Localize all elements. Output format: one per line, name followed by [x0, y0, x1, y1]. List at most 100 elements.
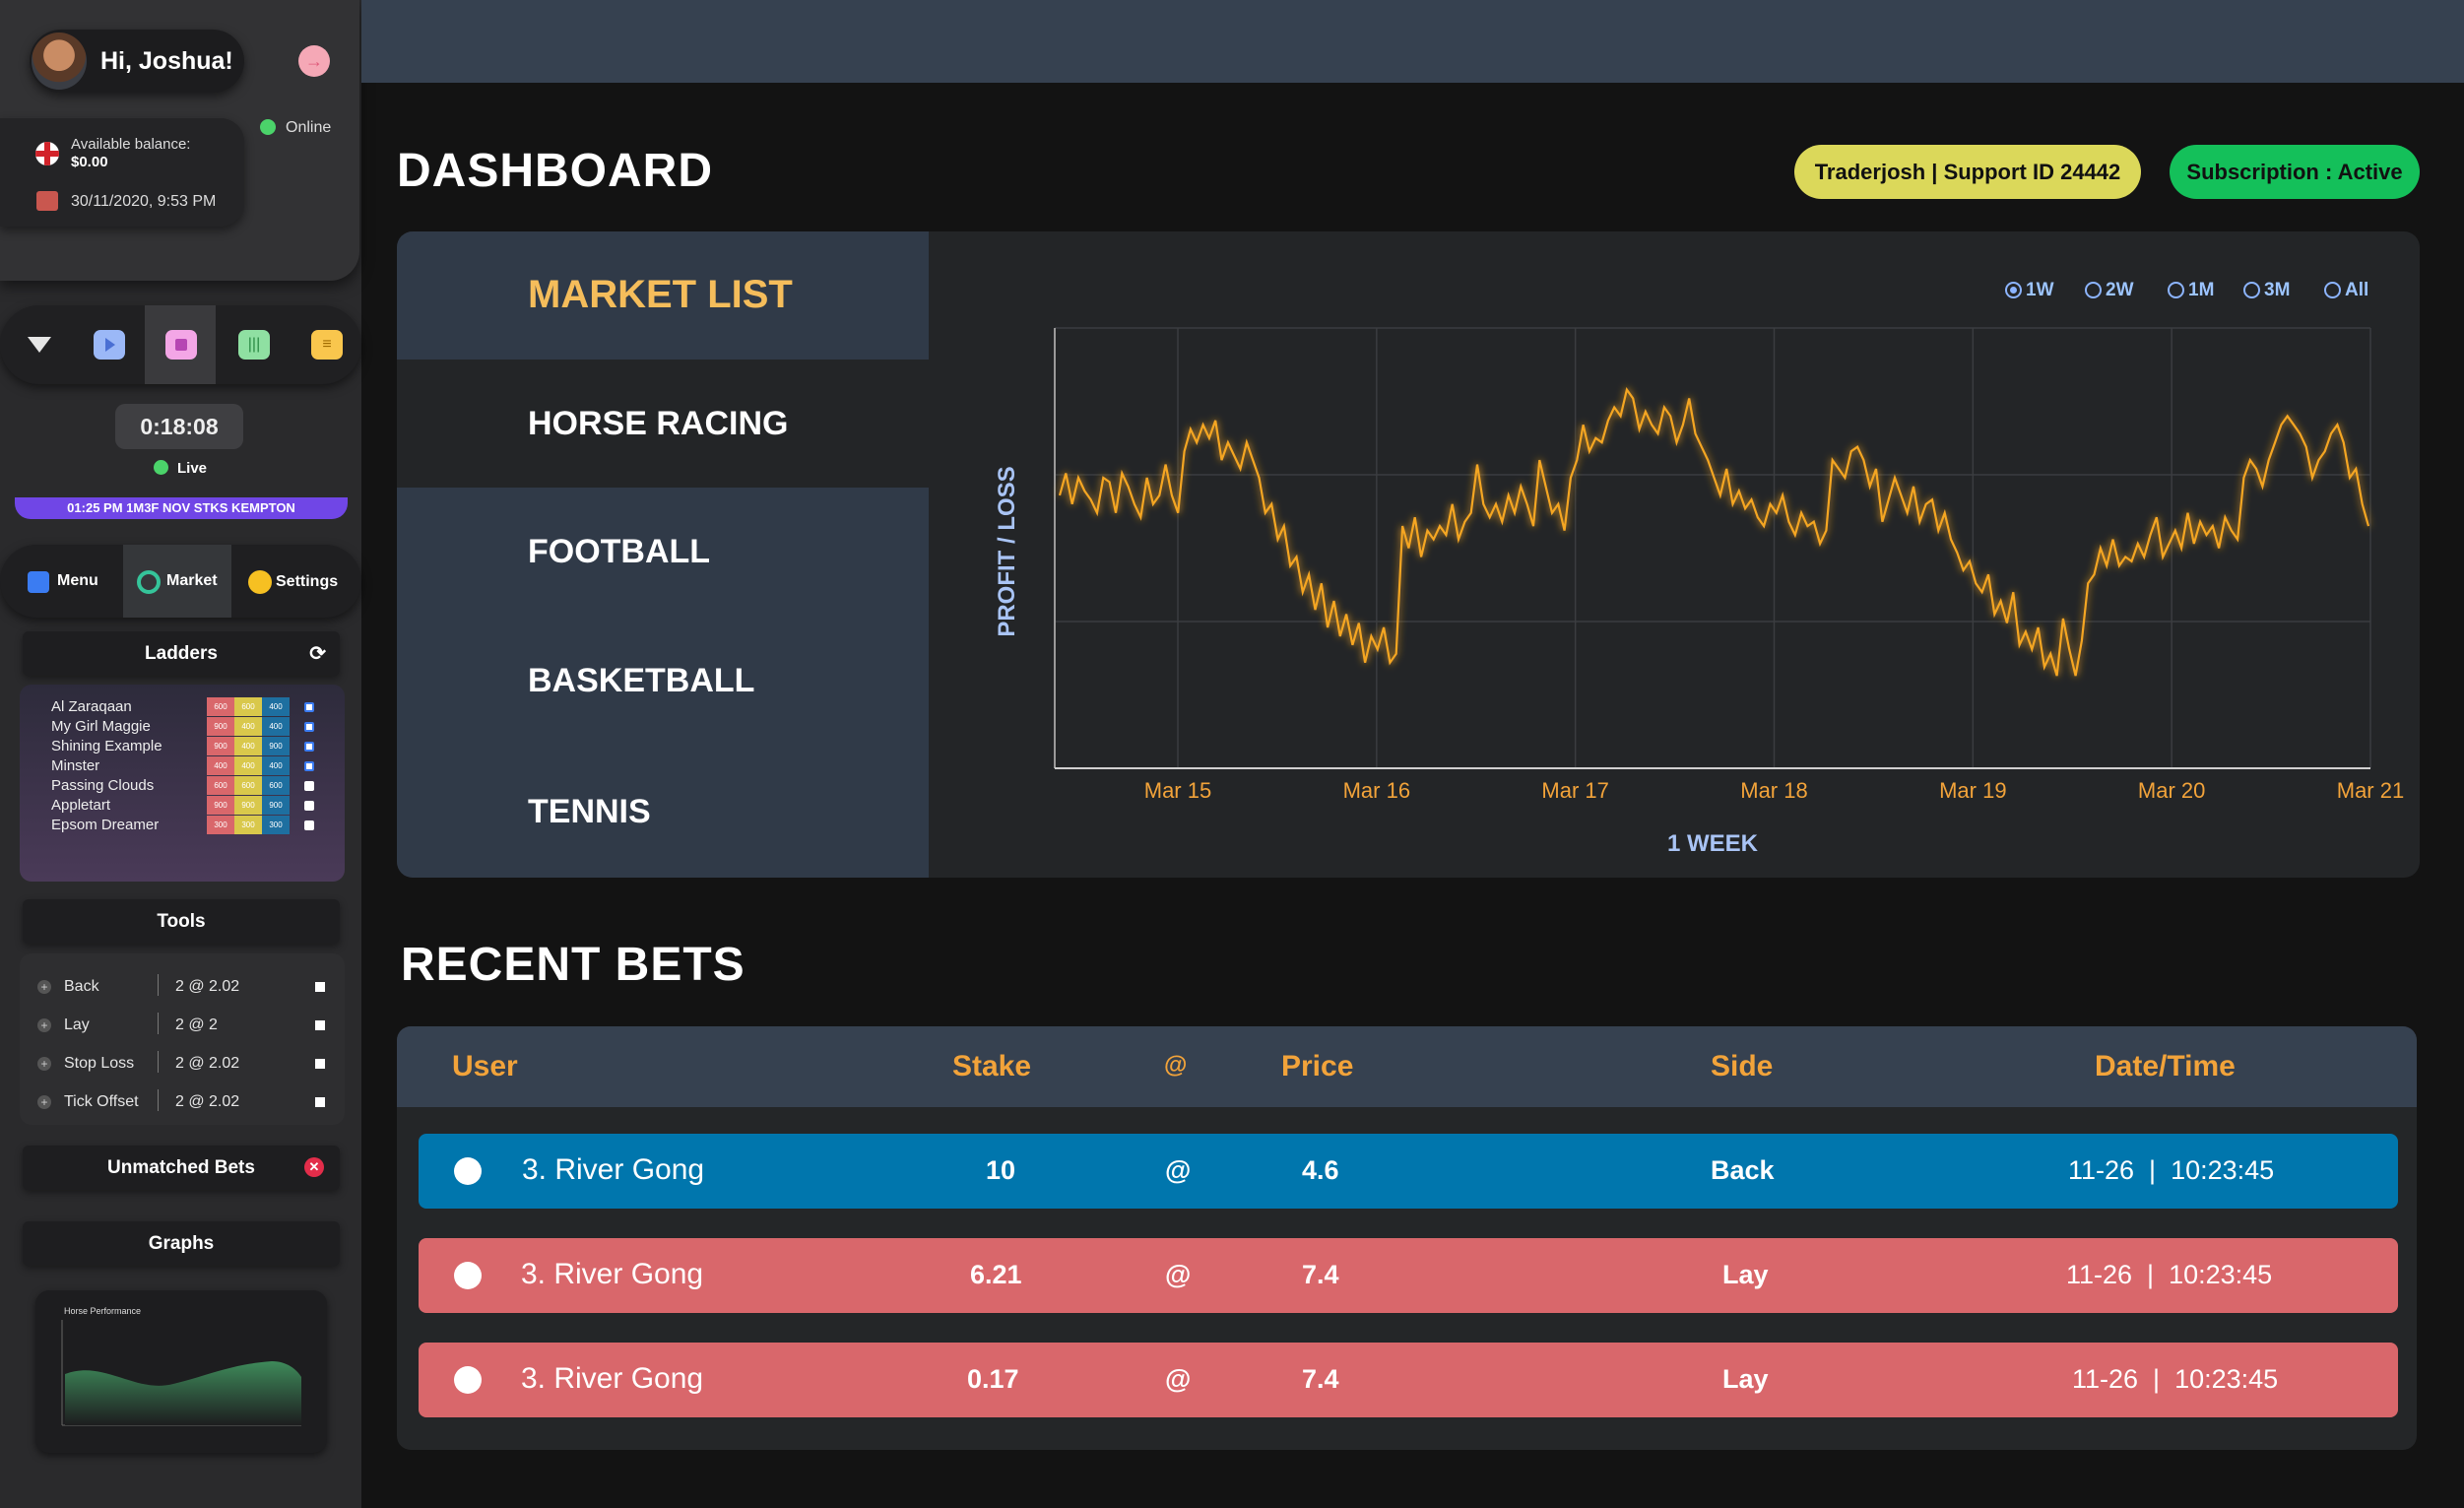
ladder-checkbox[interactable] — [304, 702, 314, 712]
bet-side: Back — [1711, 1155, 1775, 1185]
recent-bets-table: User Stake @ Price Side Date/Time 3. Riv… — [397, 1026, 2417, 1450]
ladder-checkbox[interactable] — [304, 742, 314, 752]
market-icon — [137, 570, 161, 594]
ladder-price-cell[interactable]: 900 — [262, 737, 290, 755]
graphs-header[interactable]: Graphs — [23, 1221, 340, 1266]
col-user[interactable]: User — [452, 1050, 518, 1083]
ladder-price-cell[interactable]: 600 — [207, 776, 234, 795]
ladder-price-cell[interactable]: 400 — [207, 756, 234, 775]
ladder-price-cell[interactable]: 300 — [207, 816, 234, 834]
ladder-price-cell[interactable]: 900 — [207, 796, 234, 815]
tool-checkbox[interactable] — [315, 1059, 325, 1069]
table-row[interactable]: 3. River Gong 10 @ 4.6 Back 11-26 | 10:2… — [419, 1134, 2398, 1209]
market-item-football[interactable]: FOOTBALL — [397, 488, 929, 616]
support-badge[interactable]: Traderjosh | Support ID 24442 — [1794, 145, 2141, 199]
tab-market[interactable]: Market — [123, 545, 231, 618]
close-icon[interactable]: ✕ — [304, 1157, 324, 1177]
table-header: User Stake @ Price Side Date/Time — [397, 1026, 2417, 1107]
bet-datetime: 11-26 | 10:23:45 — [2068, 1155, 2275, 1185]
mini-graph-card: Horse Performance — [35, 1290, 327, 1453]
list-icon[interactable]: ≡ — [311, 330, 343, 360]
plus-icon[interactable]: + — [37, 1095, 51, 1109]
plus-icon[interactable]: + — [37, 1057, 51, 1071]
ladder-price-cell[interactable]: 400 — [262, 697, 290, 716]
balance-label: Available balance: — [71, 136, 191, 153]
col-at: @ — [1164, 1052, 1188, 1079]
tools-header[interactable]: Tools — [23, 899, 340, 944]
ladder-price-cell[interactable]: 300 — [262, 816, 290, 834]
tool-name: Lay — [64, 1016, 90, 1033]
market-item-tennis[interactable]: TENNIS — [397, 748, 929, 876]
tool-lay[interactable]: + Lay 2 @ 2 — [37, 1013, 333, 1038]
col-price[interactable]: Price — [1281, 1050, 1353, 1083]
ladder-runner-name[interactable]: Passing Clouds — [51, 777, 154, 794]
ladder-runner-name[interactable]: My Girl Maggie — [51, 718, 151, 735]
tab-market-label: Market — [166, 572, 218, 589]
x-tick-labels: Mar 15 Mar 16 Mar 17 Mar 18 Mar 19 Mar 20 Mar … — [1144, 778, 2404, 803]
tool-checkbox[interactable] — [315, 1020, 325, 1030]
play-icon[interactable] — [94, 330, 125, 360]
tool-checkbox[interactable] — [315, 1097, 325, 1107]
ladder-checkbox[interactable] — [304, 761, 314, 771]
col-datetime[interactable]: Date/Time — [2095, 1050, 2236, 1083]
ladder-price-cell[interactable]: 600 — [234, 776, 262, 795]
divider — [158, 974, 159, 996]
tab-settings[interactable]: Settings — [246, 569, 355, 595]
ladder-checkbox[interactable] — [304, 722, 314, 732]
logout-icon[interactable]: → — [298, 45, 330, 77]
ladder-price-cell[interactable]: 900 — [207, 737, 234, 755]
ladder-price-cell[interactable]: 900 — [234, 796, 262, 815]
col-side[interactable]: Side — [1711, 1050, 1773, 1083]
race-banner[interactable]: 01:25 PM 1M3F NOV STKS KEMPTON — [15, 497, 348, 519]
ladders-header[interactable]: Ladders ⟳ — [23, 631, 340, 676]
ladder-price-cell[interactable]: 400 — [262, 756, 290, 775]
columns-icon[interactable]: ||| — [238, 330, 270, 360]
col-stake[interactable]: Stake — [952, 1050, 1031, 1083]
tab-menu[interactable]: Menu — [24, 569, 122, 595]
refresh-icon[interactable]: ⟳ — [309, 641, 326, 666]
subscription-badge[interactable]: Subscription : Active — [2170, 145, 2420, 199]
ladder-price-cell[interactable]: 400 — [262, 717, 290, 736]
ladder-runner-name[interactable]: Minster — [51, 757, 99, 774]
flame-icon — [454, 1262, 482, 1289]
profit-loss-chart: Mar 15 Mar 16 Mar 17 Mar 18 Mar 19 Mar 20 Mar … — [994, 327, 2404, 857]
tool-checkbox[interactable] — [315, 982, 325, 992]
table-row[interactable]: 3. River Gong 6.21 @ 7.4 Lay 11-26 | 10:… — [419, 1238, 2398, 1313]
ladder-price-cell[interactable]: 400 — [234, 717, 262, 736]
bet-at: @ — [1165, 1364, 1192, 1394]
bet-user: 3. River Gong — [521, 1258, 704, 1290]
ladder-price-cell[interactable]: 600 — [234, 697, 262, 716]
tool-name: Back — [64, 978, 99, 995]
tool-stop-loss[interactable]: + Stop Loss 2 @ 2.02 — [37, 1051, 333, 1077]
tool-tick-offset[interactable]: + Tick Offset 2 @ 2.02 — [37, 1089, 333, 1115]
unmatched-bets-header[interactable]: Unmatched Bets ✕ — [23, 1146, 340, 1190]
bet-stake: 10 — [986, 1155, 1016, 1185]
ladder-price-cell[interactable]: 600 — [207, 697, 234, 716]
ladder-checkbox[interactable] — [304, 801, 314, 811]
plus-icon[interactable]: + — [37, 980, 51, 994]
table-row[interactable]: 3. River Gong 0.17 @ 7.4 Lay 11-26 | 10:… — [419, 1343, 2398, 1417]
market-item-horse-racing[interactable]: HORSE RACING — [397, 360, 929, 488]
divider — [158, 1013, 159, 1034]
bet-price: 7.4 — [1302, 1260, 1339, 1289]
ladder-price-cell[interactable]: 900 — [207, 717, 234, 736]
ladder-price-cell[interactable]: 400 — [234, 737, 262, 755]
gear-icon — [248, 570, 272, 594]
ladder-price-cell[interactable]: 900 — [262, 796, 290, 815]
ladder-price-cell[interactable]: 300 — [234, 816, 262, 834]
tool-back[interactable]: + Back 2 @ 2.02 — [37, 974, 333, 1000]
ladder-checkbox[interactable] — [304, 781, 314, 791]
tools-title: Tools — [157, 910, 206, 932]
dropdown-icon[interactable] — [28, 337, 51, 353]
ladder-price-cell[interactable]: 400 — [234, 756, 262, 775]
ladder-runner-name[interactable]: Shining Example — [51, 738, 162, 754]
home-icon[interactable] — [165, 330, 197, 360]
ladder-runner-name[interactable]: Al Zaraqaan — [51, 698, 132, 715]
market-item-basketball[interactable]: BASKETBALL — [397, 617, 929, 745]
ladder-price-cell[interactable]: 600 — [262, 776, 290, 795]
ladder-runner-name[interactable]: Epsom Dreamer — [51, 817, 159, 833]
plus-icon[interactable]: + — [37, 1018, 51, 1032]
ladder-checkbox[interactable] — [304, 820, 314, 830]
ladder-runner-name[interactable]: Appletart — [51, 797, 110, 814]
avatar[interactable] — [32, 33, 87, 90]
